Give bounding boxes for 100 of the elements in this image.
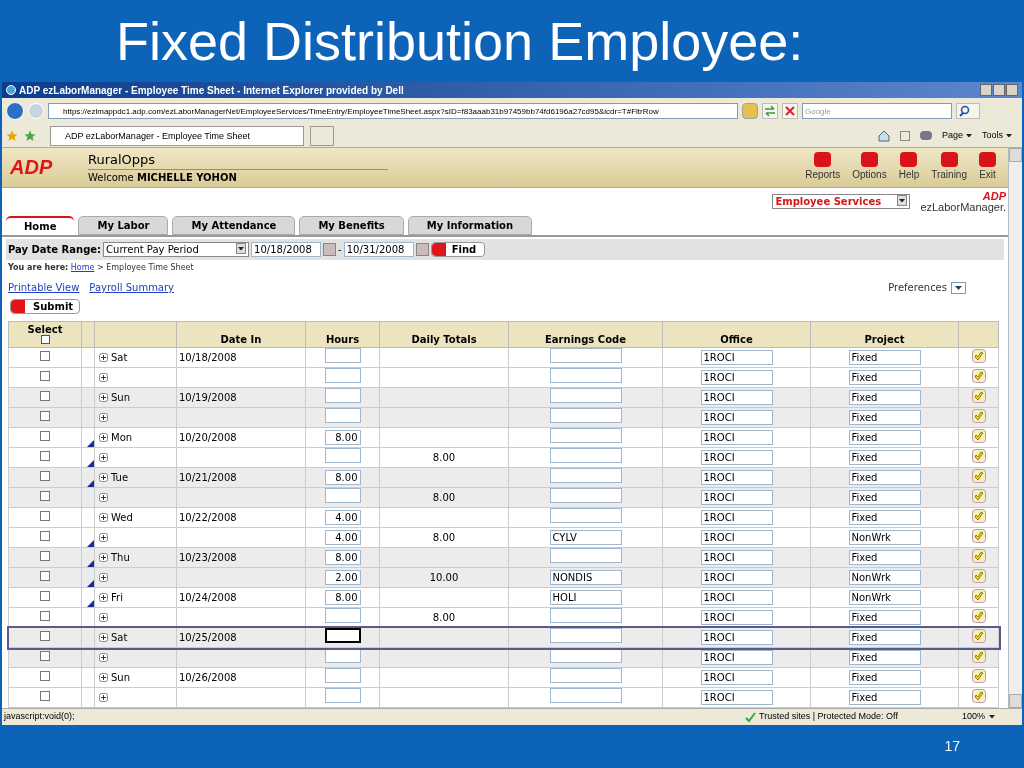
time-row[interactable]: 2.00 10.00 NONDIS 1ROCI NonWrk xyxy=(8,567,999,588)
edit-icon[interactable] xyxy=(971,568,986,583)
dropdown-arrow-icon[interactable] xyxy=(1006,133,1012,138)
command-menu[interactable]: Tools xyxy=(982,128,1003,143)
expand-icon[interactable] xyxy=(99,353,108,362)
earnings-code-field[interactable] xyxy=(549,468,622,483)
checkbox[interactable] xyxy=(40,391,50,401)
project-field[interactable]: Fixed xyxy=(848,410,921,425)
office-field[interactable]: 1ROCI xyxy=(700,550,773,565)
header-action-button[interactable]: Training xyxy=(931,152,967,183)
checkbox[interactable] xyxy=(40,611,50,621)
project-field[interactable]: Fixed xyxy=(848,650,921,665)
breadcrumb-link[interactable]: Home xyxy=(70,263,95,273)
office-field[interactable]: 1ROCI xyxy=(700,570,773,585)
time-row[interactable]: 1ROCI Fixed xyxy=(8,367,999,388)
expand-icon[interactable] xyxy=(99,413,108,422)
hours-field[interactable]: 2.00 xyxy=(324,570,361,585)
earnings-code-field[interactable] xyxy=(549,448,622,463)
checkbox[interactable] xyxy=(40,691,50,701)
time-row[interactable]: Tue 10/21/2008 8.00 1ROCI Fixed xyxy=(8,467,999,488)
expand-icon[interactable] xyxy=(99,433,108,442)
checkbox[interactable] xyxy=(40,511,50,521)
edit-icon[interactable] xyxy=(971,428,986,443)
edit-icon[interactable] xyxy=(971,448,986,463)
checkbox[interactable] xyxy=(40,431,50,441)
edit-icon[interactable] xyxy=(971,348,986,363)
office-field[interactable]: 1ROCI xyxy=(700,530,773,545)
office-field[interactable]: 1ROCI xyxy=(700,390,773,405)
preferences-dropdown-icon[interactable] xyxy=(951,281,966,294)
earnings-code-field[interactable] xyxy=(549,488,622,503)
office-field[interactable]: 1ROCI xyxy=(700,350,773,365)
edit-icon[interactable] xyxy=(971,368,986,383)
close-button[interactable] xyxy=(1006,84,1018,96)
expand-icon[interactable] xyxy=(99,593,108,602)
hours-field[interactable] xyxy=(324,488,361,503)
star-icon[interactable] xyxy=(6,129,18,142)
project-field[interactable]: NonWrk xyxy=(848,570,921,585)
earnings-code-field[interactable] xyxy=(549,348,622,363)
time-row[interactable]: Mon 10/20/2008 8.00 1ROCI Fixed xyxy=(8,427,999,448)
page-link[interactable]: Payroll Summary xyxy=(89,280,175,296)
minimize-button[interactable] xyxy=(980,84,992,96)
nav-tab[interactable]: My Attendance xyxy=(172,216,296,236)
expand-icon[interactable] xyxy=(99,613,108,622)
edit-icon[interactable] xyxy=(971,488,986,503)
dropdown-arrow-icon[interactable] xyxy=(966,133,972,138)
time-row[interactable]: 8.00 1ROCI Fixed xyxy=(8,607,999,628)
refresh-button[interactable] xyxy=(762,103,778,119)
office-field[interactable]: 1ROCI xyxy=(700,490,773,505)
checkbox[interactable] xyxy=(40,571,50,581)
office-field[interactable]: 1ROCI xyxy=(700,590,773,605)
browser-tab[interactable]: ADP ezLaborManager - Employee Time Sheet xyxy=(50,125,304,146)
hours-field[interactable]: 4.00 xyxy=(324,530,361,545)
project-field[interactable]: Fixed xyxy=(848,470,921,485)
checkbox[interactable] xyxy=(40,591,50,601)
earnings-code-field[interactable] xyxy=(549,368,622,383)
date-field[interactable]: 10/31/2008 xyxy=(343,242,414,258)
edit-icon[interactable] xyxy=(971,668,986,683)
project-field[interactable]: Fixed xyxy=(848,610,921,625)
nav-tab[interactable]: My Benefits xyxy=(299,216,404,236)
earnings-code-field[interactable] xyxy=(549,548,622,563)
time-row[interactable]: 8.00 1ROCI Fixed xyxy=(8,487,999,508)
hours-field[interactable]: 8.00 xyxy=(324,470,361,485)
time-row[interactable]: Sun 10/26/2008 1ROCI Fixed xyxy=(8,667,999,688)
checkbox[interactable] xyxy=(40,371,50,381)
dropdown-arrow-icon[interactable] xyxy=(899,198,906,203)
time-row[interactable]: Thu 10/23/2008 8.00 1ROCI Fixed xyxy=(8,547,999,568)
edit-icon[interactable] xyxy=(971,468,986,483)
earnings-code-field[interactable] xyxy=(549,628,622,643)
home-icon[interactable] xyxy=(877,129,890,142)
office-field[interactable]: 1ROCI xyxy=(700,370,773,385)
hours-field[interactable]: 8.00 xyxy=(324,590,361,605)
checkbox[interactable] xyxy=(40,651,50,661)
time-row[interactable]: Wed 10/22/2008 4.00 1ROCI Fixed xyxy=(8,507,999,528)
select-all-checkbox[interactable] xyxy=(40,335,50,344)
project-field[interactable]: Fixed xyxy=(848,490,921,505)
earnings-code-field[interactable] xyxy=(549,408,622,423)
nav-tab[interactable]: My Information xyxy=(407,216,533,236)
hours-field[interactable] xyxy=(324,408,361,423)
project-field[interactable]: Fixed xyxy=(848,450,921,465)
hours-field[interactable] xyxy=(324,388,361,403)
expand-icon[interactable] xyxy=(99,373,108,382)
scrollbar[interactable] xyxy=(1008,148,1022,708)
edit-icon[interactable] xyxy=(971,548,986,563)
expand-icon[interactable] xyxy=(99,673,108,682)
expand-icon[interactable] xyxy=(99,553,108,562)
edit-icon[interactable] xyxy=(971,608,986,623)
edit-icon[interactable] xyxy=(971,628,986,643)
project-field[interactable]: Fixed xyxy=(848,430,921,445)
time-row[interactable]: Sat 10/18/2008 1ROCI Fixed xyxy=(8,347,999,368)
hours-field[interactable] xyxy=(324,608,361,623)
earnings-code-field[interactable]: HOLI xyxy=(549,590,622,605)
range-dropdown[interactable]: Current Pay Period xyxy=(103,242,250,258)
project-field[interactable]: Fixed xyxy=(848,550,921,565)
hours-field[interactable] xyxy=(324,628,361,643)
hours-field[interactable] xyxy=(324,348,361,363)
checkbox[interactable] xyxy=(40,551,50,561)
earnings-code-field[interactable] xyxy=(549,668,622,683)
office-field[interactable]: 1ROCI xyxy=(700,470,773,485)
command-menu[interactable]: Page xyxy=(941,128,963,143)
maximize-button[interactable] xyxy=(993,84,1005,96)
